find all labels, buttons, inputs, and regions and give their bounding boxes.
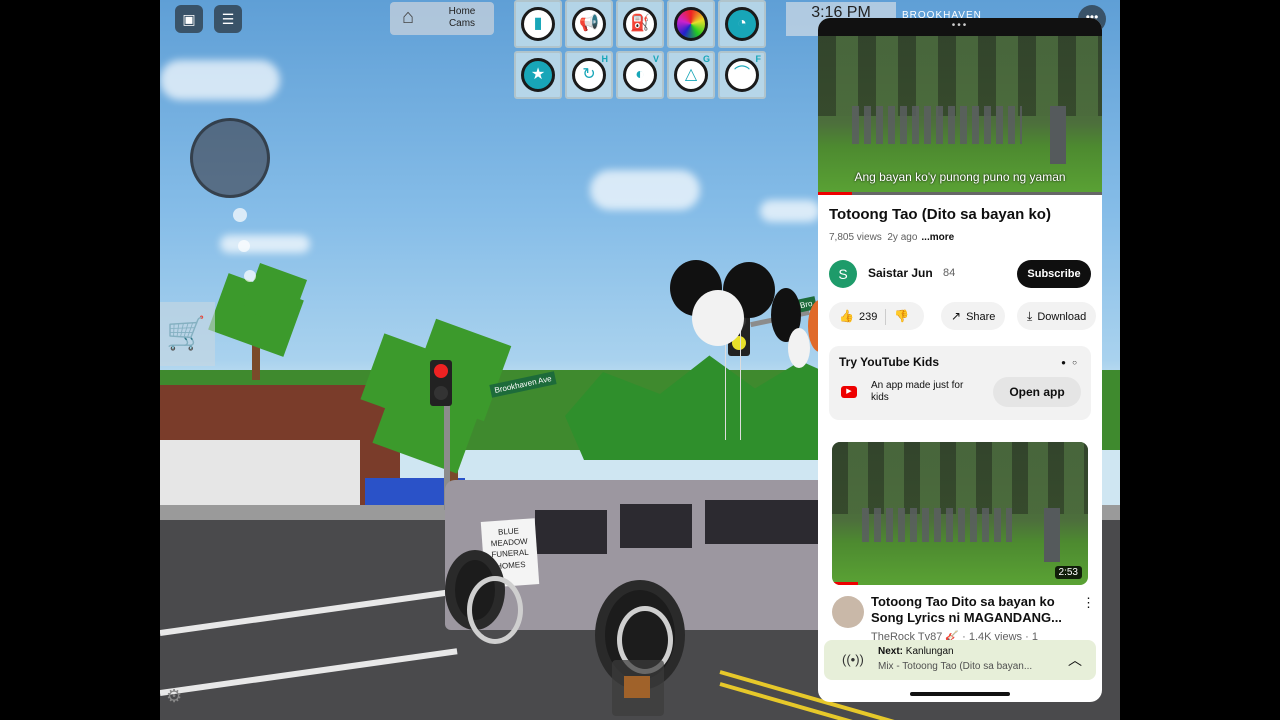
jump-indicator: [238, 240, 250, 252]
tool-favorite[interactable]: ★: [514, 51, 562, 99]
horn-icon: ⌒: [725, 58, 759, 92]
cloud: [760, 200, 820, 222]
action-row: 👍 239 👎 ↗ Share ⤓ Download: [829, 302, 1102, 330]
recommended-thumbnail[interactable]: 2:53: [832, 442, 1088, 585]
traffic-light: [430, 360, 452, 406]
headlight-icon: ◐: [623, 58, 657, 92]
watched-progress: [832, 582, 1088, 585]
subscriber-count: 84: [943, 267, 956, 279]
panel-drag-handle[interactable]: •••: [818, 18, 1102, 36]
share-icon: ↗: [951, 309, 962, 323]
cloud: [160, 60, 280, 100]
movement-joystick[interactable]: [190, 118, 270, 198]
home-cams-label: Home Cams: [448, 6, 476, 29]
like-dislike-pill[interactable]: 👍 239 👎: [829, 302, 925, 330]
kebab-menu-icon[interactable]: ⋮: [1082, 595, 1095, 611]
download-button[interactable]: ⤓ Download: [1017, 302, 1097, 330]
youtube-kids-card: Try YouTube Kids ● ○ ▶ An app made just …: [829, 346, 1091, 420]
share-button[interactable]: ↗ Share: [941, 302, 1006, 330]
more-link[interactable]: ...more: [921, 232, 954, 243]
next-up-bar[interactable]: ((•)) Next: Kanlungan Mix - Totoong Tao …: [824, 640, 1096, 680]
subscribe-button[interactable]: Subscribe: [1017, 260, 1091, 288]
channel-name[interactable]: Saistar Jun: [868, 266, 933, 280]
letterbox-right: [1120, 0, 1280, 720]
video-duration: 2:53: [1054, 566, 1082, 579]
recommended-title[interactable]: Totoong Tao Dito sa bayan ko Song Lyrics…: [871, 594, 1081, 626]
vehicle-tool-grid: ▮ 📢 ⛽ ◔ ★ ↻ H ◐ V △ G ⌒ F: [514, 0, 766, 104]
tool-speedometer[interactable]: ◔: [718, 0, 766, 48]
video-title: Totoong Tao (Dito sa bayan ko): [829, 206, 1051, 223]
settings-gear-icon[interactable]: ⚙: [166, 686, 182, 707]
home-indicator[interactable]: [910, 692, 1010, 696]
next-subtitle: Mix - Totoong Tao (Dito sa bayan...: [878, 661, 1033, 672]
star-icon: ★: [521, 58, 555, 92]
tool-speaker[interactable]: ▮: [514, 0, 562, 48]
tool-megaphone[interactable]: 📢: [565, 0, 613, 48]
shop-button[interactable]: 🛒: [160, 302, 215, 366]
home-cams-button[interactable]: ⌂ Home Cams: [390, 2, 494, 35]
recommended-channel-avatar[interactable]: [832, 596, 864, 628]
balloon-white: [788, 328, 810, 368]
next-title: Kanlungan: [905, 646, 954, 657]
youtube-kids-logo-icon: ▶: [841, 386, 857, 398]
tool-color[interactable]: [667, 0, 715, 48]
tool-horn[interactable]: ⌒ F: [718, 51, 766, 99]
car-window: [535, 510, 607, 554]
open-app-button[interactable]: Open app: [993, 377, 1081, 407]
car-window: [620, 504, 692, 548]
megaphone-icon: 📢: [572, 7, 606, 41]
kids-card-description: An app made just for kids: [871, 380, 964, 403]
box-icon: [624, 676, 650, 698]
shopping-cart-icon: 🛒: [166, 315, 206, 351]
jump-indicator: [233, 208, 247, 222]
cloud: [220, 235, 310, 253]
channel-avatar[interactable]: S: [829, 260, 857, 288]
cloud: [590, 170, 700, 210]
video-caption: Ang bayan ko'y punong puno ng yaman: [854, 170, 1066, 184]
letterbox-left: [0, 0, 160, 720]
gas-pump-icon: ⛽: [623, 7, 657, 41]
like-count: 239: [858, 311, 878, 323]
color-wheel-icon: [674, 7, 708, 41]
download-icon: ⤓: [1027, 309, 1033, 323]
youtube-panel: ••• Ang bayan ko'y punong puno ng yaman …: [818, 18, 1102, 702]
balloon-white: [692, 290, 744, 346]
inventory-slot[interactable]: [612, 660, 664, 716]
thumbs-up-icon[interactable]: 👍: [839, 302, 854, 330]
kids-card-title: Try YouTube Kids: [839, 355, 940, 369]
speaker-icon: ▮: [521, 7, 555, 41]
video-progress-bar[interactable]: [818, 192, 1102, 195]
tool-hazard[interactable]: △ G: [667, 51, 715, 99]
thumbs-down-icon[interactable]: 👎: [894, 302, 909, 330]
house-icon: ⌂: [402, 6, 415, 28]
soldier-statues: [852, 106, 1022, 144]
roblox-menu-button[interactable]: ▣: [175, 5, 203, 33]
chat-button[interactable]: ☰: [214, 5, 242, 33]
broadcast-icon: ((•)): [842, 652, 864, 667]
carousel-pager: ● ○: [1061, 358, 1079, 367]
tool-gas[interactable]: ⛽: [616, 0, 664, 48]
wheel: [445, 550, 523, 644]
jump-indicator: [244, 270, 256, 282]
tool-headlights[interactable]: ◐ V: [616, 51, 664, 99]
chevron-up-icon[interactable]: ︿: [1068, 650, 1082, 670]
video-player[interactable]: Ang bayan ko'y punong puno ng yaman: [818, 36, 1102, 194]
speedometer-icon: ◔: [725, 7, 759, 41]
video-meta: 7,805 views 2y ago ...more: [829, 232, 955, 243]
tool-drift[interactable]: ↻ H: [565, 51, 613, 99]
